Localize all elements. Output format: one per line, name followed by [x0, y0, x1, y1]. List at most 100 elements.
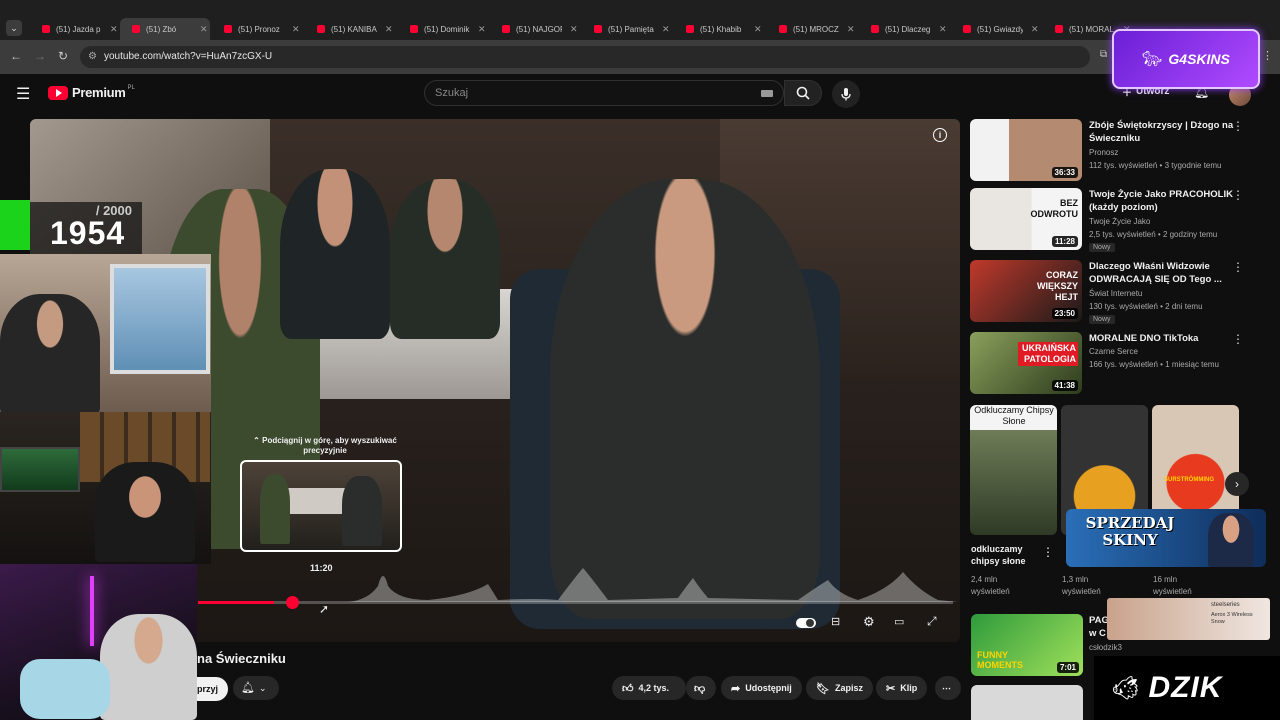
recommendation-item[interactable]: BEZ ODWROTU 11:28 Twoje Życie Jako PRACOHO… [970, 188, 1270, 252]
recommendation-item[interactable]: 36:33 Zbóje Świętokrzyscy | Dżogo na Świe… [970, 119, 1270, 183]
youtube-play-icon [48, 85, 68, 100]
browser-tab[interactable]: (51) Pronoz ✕ [212, 18, 302, 40]
tab-close-icon[interactable]: ✕ [939, 24, 947, 35]
notifications-button[interactable]: 🔔︎ ⌄ [233, 676, 279, 700]
info-icon[interactable]: i [933, 128, 947, 142]
browser-tab[interactable]: (51) Pamięta ✕ [582, 18, 672, 40]
tab-close-icon[interactable]: ✕ [662, 24, 670, 35]
recommendation-item[interactable]: CORAZ WIĘKSZY HEJT 23:50 Dlaczego Właśni W… [970, 260, 1270, 324]
settings-gear-icon[interactable]: ⚙ [863, 614, 875, 630]
share-button[interactable]: ➦ Udostępnij [721, 676, 802, 700]
recommendation-thumbnail[interactable]: CORAZ WIĘKSZY HEJT 23:50 [970, 260, 1082, 322]
tab-title: (51) NAJGOR [516, 24, 562, 34]
subscribe-button[interactable]: przyj [197, 677, 229, 701]
tab-close-icon[interactable]: ✕ [1031, 24, 1039, 35]
recommendation-meta: 130 tys. wyświetleń • 2 dni temu [1089, 302, 1203, 311]
tab-close-icon[interactable]: ✕ [478, 24, 486, 35]
dislike-button[interactable]: 👎︎ [686, 676, 716, 700]
browser-tab[interactable]: (51) Dlaczeg ✕ [859, 18, 949, 40]
recommendation-title: MORALNE DNO TikToka [1089, 333, 1199, 344]
youtube-favicon-icon [410, 25, 418, 33]
browser-tab[interactable]: (51) Jazda p ✕ [30, 18, 120, 40]
search-button[interactable] [784, 80, 822, 106]
recommendation-thumbnail[interactable]: 36:33 [970, 119, 1082, 181]
hamburger-menu-icon[interactable]: ☰ [16, 84, 30, 104]
browser-tab[interactable]: (51) NAJGOR ✕ [490, 18, 580, 40]
save-button[interactable]: 🔖︎ Zapisz [806, 676, 873, 700]
more-options-icon[interactable]: ⋮ [1232, 188, 1244, 202]
miniplayer-icon[interactable]: ▭ [894, 615, 904, 628]
search-input[interactable]: Szukaj [424, 80, 784, 106]
recommendation-item[interactable]: UKRAIŃSKA PATOLOGIA 41:38 MORALNE DNO TikT… [970, 332, 1270, 396]
tab-close-icon[interactable]: ✕ [110, 24, 118, 35]
tab-close-icon[interactable]: ✕ [754, 24, 762, 35]
keyboard-icon[interactable] [761, 90, 773, 97]
short-thumb-text-1: Odkluczamy Chipsy Słone [974, 405, 1054, 426]
progress-played [198, 601, 274, 604]
video-title: na Świeczniku [197, 651, 286, 666]
shorts-next-button[interactable]: › [1225, 472, 1249, 496]
fullscreen-icon[interactable]: ⤢ [927, 614, 937, 629]
translate-icon[interactable]: ⧉ [1100, 49, 1107, 60]
banner-line-2: SKINY [1102, 531, 1158, 549]
recommendation-channel: Pronosz [1089, 148, 1119, 157]
browser-menu-icon[interactable]: ⋮ [1262, 49, 1273, 62]
browser-tab[interactable]: (51) Gwiazdy ✕ [951, 18, 1041, 40]
dzik-logo: 🐗︎ DZIK [1094, 656, 1280, 720]
next-rec-thumbnail[interactable] [971, 685, 1083, 720]
most-replayed-heatmap [198, 568, 958, 602]
browser-tab[interactable]: (51) KANIBA ✕ [305, 18, 395, 40]
short-menu-icon[interactable]: ⋮ [1042, 545, 1054, 559]
tab-close-icon[interactable]: ✕ [847, 24, 855, 35]
tab-title: (51) Gwiazdy [977, 24, 1023, 34]
site-info-icon[interactable]: ⚙ [88, 46, 97, 68]
more-options-icon[interactable]: ⋮ [1232, 260, 1244, 274]
more-options-icon[interactable]: ⋮ [1232, 119, 1244, 133]
green-screen-strip [0, 200, 30, 250]
reload-icon[interactable]: ↻ [58, 49, 68, 63]
steelseries-label: steelseries [1211, 602, 1240, 608]
browser-tab[interactable]: (51) MROCZ ✕ [767, 18, 857, 40]
recommendation-thumbnail[interactable]: UKRAIŃSKA PATOLOGIA 41:38 [970, 332, 1082, 394]
recommendation-title: Dlaczego Właśni Widzowie ODWRACAJĄ SIĘ O… [1089, 261, 1222, 285]
more-options-icon[interactable]: ⋮ [1232, 332, 1244, 346]
recommendation-meta: 112 tys. wyświetleń • 3 tygodnie temu [1089, 161, 1222, 170]
like-button[interactable]: 👍︎ 4,2 tys. [612, 676, 686, 700]
recommendation-channel: Świat Internetu [1089, 289, 1143, 298]
url-field[interactable]: ⚙ youtube.com/watch?v=HuAn7zcGX-U [80, 46, 1090, 68]
youtube-logo[interactable]: Premium PL [48, 85, 135, 100]
tab-close-icon[interactable]: ✕ [385, 24, 393, 35]
browser-tab[interactable]: (51) Zbó ✕ [120, 18, 210, 40]
short-views-2: 1,3 mln wyświetleń [1062, 575, 1101, 596]
more-actions-button[interactable]: ⋯ [935, 676, 961, 700]
tab-close-icon[interactable]: ✕ [200, 24, 208, 35]
bottom-rec-channel: csłodzik3 [1089, 643, 1122, 652]
progress-track[interactable] [198, 601, 953, 604]
tab-close-icon[interactable]: ✕ [292, 24, 300, 35]
progress-scrubber[interactable] [286, 596, 299, 609]
youtube-favicon-icon [42, 25, 50, 33]
short-title-1: odkluczamy chipsy słone [971, 544, 1026, 566]
browser-tab[interactable]: (51) Khabib ✕ [674, 18, 764, 40]
autoplay-toggle[interactable] [796, 618, 816, 628]
microphone-icon [841, 88, 851, 101]
tab-list-chevron-icon[interactable]: ⌄ [6, 20, 22, 36]
bottom-rec-thumb-text: FUNNY MOMENTS [977, 650, 1023, 670]
subtitles-icon[interactable]: ⊟ [831, 615, 840, 628]
bottom-rec-duration: 7:01 [1056, 662, 1079, 673]
url-text: youtube.com/watch?v=HuAn7zcGX-U [104, 51, 273, 62]
tab-close-icon[interactable]: ✕ [570, 24, 578, 35]
short-thumbnail-1[interactable]: Odkluczamy Chipsy Słone [970, 405, 1057, 535]
voice-search-button[interactable] [832, 80, 860, 108]
recommendation-thumbnail[interactable]: BEZ ODWROTU 11:28 [970, 188, 1082, 250]
back-icon[interactable]: ← [10, 49, 22, 63]
bottom-rec-thumbnail[interactable]: FUNNY MOMENTS 7:01 [971, 614, 1083, 676]
clip-button[interactable]: ✂ Klip [876, 676, 928, 700]
browser-tab[interactable]: (51) Dominik ✕ [398, 18, 488, 40]
seek-preview-thumbnail [240, 460, 402, 552]
person-back-1 [280, 169, 390, 339]
bookmark-icon: 🔖︎ [816, 682, 830, 695]
more-horizontal-icon: ⋯ [942, 682, 951, 693]
youtube-favicon-icon [317, 25, 325, 33]
forward-icon[interactable]: → [34, 49, 46, 63]
